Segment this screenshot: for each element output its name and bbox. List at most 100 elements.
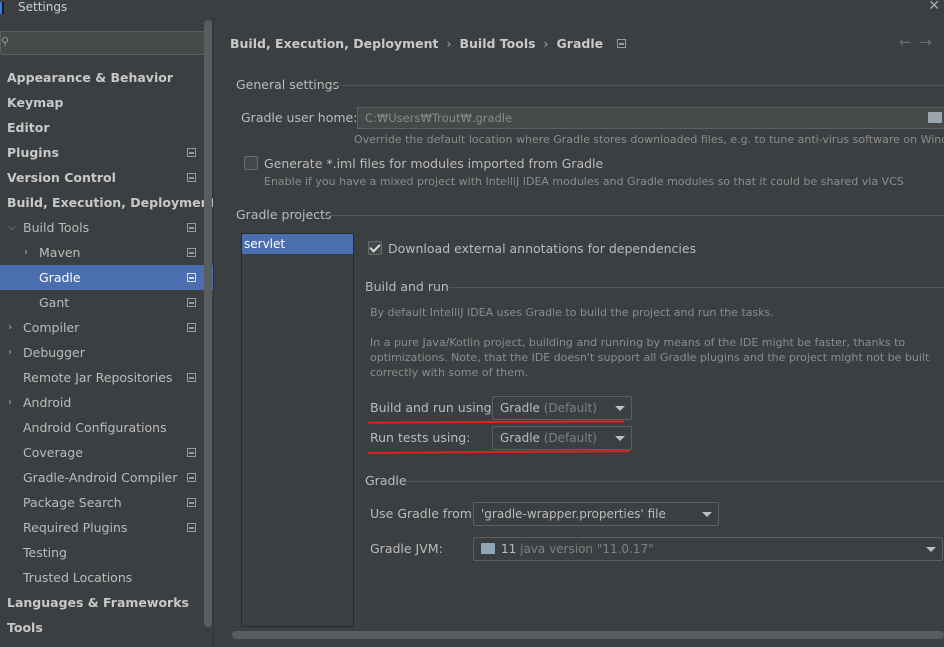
gradle-jvm-combo[interactable]: 11 java version "11.0.17" [473, 537, 943, 561]
combo-value: Gradle [500, 401, 540, 415]
breadcrumb-item[interactable]: Build, Execution, Deployment [230, 36, 438, 51]
breadcrumb: Build, Execution, Deployment › Build Tools… [230, 36, 627, 51]
sidebar-item-label: Gradle [39, 270, 81, 285]
combo-default-suffix: (Default) [543, 431, 597, 445]
run-tests-using-combo[interactable]: Gradle (Default) [492, 426, 632, 450]
run-tests-using-label: Run tests using: [370, 430, 471, 445]
sidebar-item-remote-jar[interactable]: Remote Jar Repositories [0, 365, 213, 390]
chevron-right-icon[interactable]: › [8, 390, 12, 415]
sidebar-item-label: Keymap [7, 95, 64, 110]
dropdown-arrow-icon [702, 512, 712, 517]
sidebar-item-appearance[interactable]: Appearance & Behavior [0, 65, 213, 90]
use-gradle-from-combo[interactable]: 'gradle-wrapper.properties' file [473, 502, 719, 526]
dropdown-arrow-icon [926, 547, 936, 552]
generate-iml-label[interactable]: Generate *.iml files for modules importe… [264, 156, 603, 171]
jvm-detail: java version "11.0.17" [520, 542, 654, 556]
sidebar-scrollbar[interactable] [204, 20, 212, 627]
sidebar-item-version-control[interactable]: Version Control [0, 165, 213, 190]
project-scope-icon [187, 448, 196, 457]
sidebar-item-coverage[interactable]: Coverage [0, 440, 213, 465]
sidebar-item-debugger[interactable]: › Debugger [0, 340, 213, 365]
sidebar-item-plugins[interactable]: Plugins [0, 140, 213, 165]
general-settings-title: General settings [236, 77, 340, 92]
project-scope-icon [187, 223, 196, 232]
build-run-using-combo[interactable]: Gradle (Default) [492, 396, 632, 420]
sidebar-item-compiler[interactable]: › Compiler [0, 315, 213, 340]
sidebar-item-android-configurations[interactable]: Android Configurations [0, 415, 213, 440]
section-divider [324, 215, 944, 216]
sidebar-item-tools[interactable]: Tools [0, 615, 213, 640]
combo-default-suffix: (Default) [543, 401, 597, 415]
app-icon [0, 2, 4, 14]
project-scope-icon [187, 148, 196, 157]
sidebar-item-label: Compiler [23, 320, 80, 335]
sidebar-item-label: Package Search [23, 495, 122, 510]
project-scope-icon [187, 273, 196, 282]
sidebar-item-gradle[interactable]: Gradle [0, 265, 213, 290]
sidebar-item-label: Coverage [23, 445, 83, 460]
generate-iml-checkbox[interactable] [244, 156, 258, 170]
use-gradle-from-label: Use Gradle from: [370, 506, 477, 521]
gradle-section-title: Gradle [365, 473, 407, 488]
sidebar-item-label: Build Tools [23, 220, 90, 235]
sidebar-item-label: Gant [39, 295, 70, 310]
combo-value: Gradle [500, 431, 540, 445]
search-input[interactable]: ⚲ [0, 31, 205, 55]
window-title: Settings [18, 0, 68, 14]
sidebar-item-label: Trusted Locations [23, 570, 133, 585]
settings-sidebar: ⚲ Appearance & Behavior Keymap Editor Pl… [0, 17, 215, 647]
breadcrumb-item[interactable]: Build Tools [459, 36, 535, 51]
sidebar-item-trusted-locations[interactable]: Trusted Locations [0, 565, 213, 590]
project-scope-icon [187, 498, 196, 507]
sidebar-item-languages[interactable]: Languages & Frameworks [0, 590, 213, 615]
settings-content: Build, Execution, Deployment › Build Tools… [213, 17, 944, 647]
dropdown-arrow-icon [615, 406, 625, 411]
sidebar-item-package-search[interactable]: Package Search [0, 490, 213, 515]
sidebar-item-label: Tools [7, 620, 43, 635]
gradle-user-home-value: C:₩Users₩Trout₩.gradle [365, 111, 513, 125]
gradle-user-home-hint: Override the default location where Grad… [354, 133, 944, 146]
chevron-right-icon[interactable]: › [8, 340, 12, 365]
build-run-hint: correctly with some of them. [370, 366, 529, 379]
content-scrollbar[interactable] [232, 631, 944, 639]
sidebar-item-keymap[interactable]: Keymap [0, 90, 213, 115]
close-icon[interactable]: ✕ [928, 0, 940, 14]
build-run-using-label: Build and run using: [370, 400, 496, 415]
sidebar-item-build-tools[interactable]: ⌵ Build Tools [0, 215, 213, 240]
sidebar-item-label: Appearance & Behavior [7, 70, 173, 85]
sidebar-item-label: Required Plugins [23, 520, 128, 535]
sidebar-item-maven[interactable]: › Maven [0, 240, 213, 265]
sidebar-item-label: Maven [39, 245, 81, 260]
build-run-hint: By default IntelliJ IDEA uses Gradle to … [370, 306, 774, 319]
sidebar-item-gant[interactable]: Gant [0, 290, 213, 315]
sidebar-item-testing[interactable]: Testing [0, 540, 213, 565]
breadcrumb-item: Gradle [556, 36, 604, 51]
project-scope-icon [187, 473, 196, 482]
list-item[interactable]: servlet [242, 234, 353, 254]
project-scope-icon [187, 373, 196, 382]
sidebar-item-android[interactable]: › Android [0, 390, 213, 415]
sidebar-item-required-plugins[interactable]: Required Plugins [0, 515, 213, 540]
gradle-jvm-label: Gradle JVM: [370, 541, 443, 556]
build-run-hint: In a pure Java/Kotlin project, building … [370, 336, 906, 349]
project-scope-icon [187, 523, 196, 532]
sidebar-item-label: Android Configurations [23, 420, 167, 435]
title-bar: Settings ✕ [0, 0, 944, 17]
sidebar-item-label: Android [23, 395, 72, 410]
folder-icon[interactable] [928, 112, 942, 123]
back-arrow-icon[interactable]: ← [899, 33, 920, 51]
combo-value: 'gradle-wrapper.properties' file [481, 507, 666, 521]
download-annotations-checkbox[interactable] [368, 241, 382, 255]
gradle-user-home-field[interactable]: C:₩Users₩Trout₩.gradle [357, 107, 944, 129]
sidebar-item-build-execution[interactable]: Build, Execution, Deployment [0, 190, 215, 215]
sidebar-item-editor[interactable]: Editor [0, 115, 213, 140]
chevron-right-icon[interactable]: › [24, 240, 28, 265]
forward-arrow-icon[interactable]: → [919, 33, 940, 51]
section-divider [406, 481, 944, 482]
project-scope-icon [187, 323, 196, 332]
project-scope-icon [187, 248, 196, 257]
chevron-right-icon[interactable]: › [8, 315, 12, 340]
sidebar-item-gradle-android-compiler[interactable]: Gradle-Android Compiler [0, 465, 213, 490]
chevron-down-icon[interactable]: ⌵ [8, 215, 16, 240]
download-annotations-label[interactable]: Download external annotations for depend… [388, 241, 696, 256]
